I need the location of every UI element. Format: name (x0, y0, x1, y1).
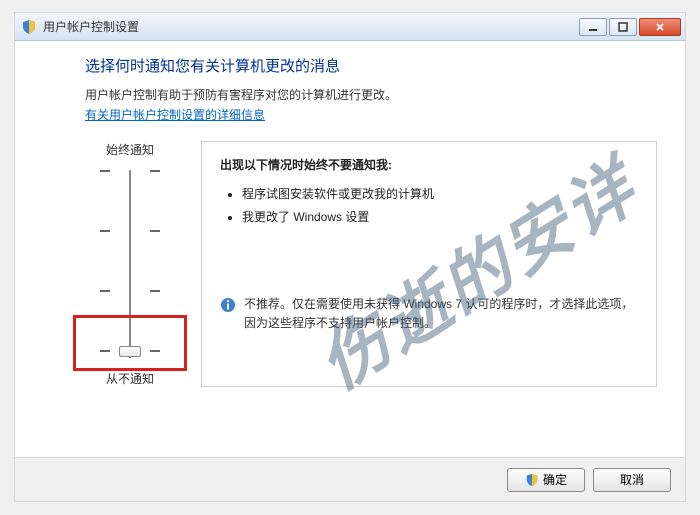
info-title: 出现以下情况时始终不要通知我: (220, 156, 638, 173)
info-recommendation: 不推荐。仅在需要使用未获得 Windows 7 认可的程序时，才选择此选项，因为… (220, 295, 638, 333)
info-item: 我更改了 Windows 设置 (242, 206, 638, 229)
cancel-button-label: 取消 (620, 471, 644, 488)
page-heading: 选择何时通知您有关计算机更改的消息 (85, 55, 657, 76)
info-item: 程序试图安装软件或更改我的计算机 (242, 183, 638, 206)
minimize-button[interactable] (579, 18, 607, 36)
info-list: 程序试图安装软件或更改我的计算机 我更改了 Windows 设置 (220, 183, 638, 229)
content-area: 选择何时通知您有关计算机更改的消息 用户帐户控制有助于预防有害程序对您的计算机进… (15, 41, 685, 457)
notification-slider[interactable] (100, 166, 160, 362)
maximize-button[interactable] (609, 18, 637, 36)
uac-settings-window: 用户帐户控制设置 选择何时通知您有关计算机更改的消息 用户帐户控制有助于预防有害… (15, 13, 685, 501)
button-bar: 确定 取消 (15, 457, 685, 501)
slider-thumb[interactable] (119, 346, 141, 357)
slider-column: 始终通知 从不通知 (85, 141, 175, 387)
slider-top-label: 始终通知 (85, 141, 175, 158)
info-note-text: 不推荐。仅在需要使用未获得 Windows 7 认可的程序时，才选择此选项，因为… (244, 295, 638, 333)
slider-bottom-label: 从不通知 (85, 370, 175, 387)
shield-icon (21, 19, 37, 35)
info-panel: 出现以下情况时始终不要通知我: 程序试图安装软件或更改我的计算机 我更改了 Wi… (201, 141, 657, 387)
ok-button-label: 确定 (543, 471, 567, 488)
window-title: 用户帐户控制设置 (43, 18, 579, 35)
info-icon (220, 297, 236, 313)
learn-more-link[interactable]: 有关用户帐户控制设置的详细信息 (85, 106, 265, 123)
titlebar: 用户帐户控制设置 (15, 13, 685, 41)
cancel-button[interactable]: 取消 (593, 468, 671, 492)
window-controls (579, 18, 681, 36)
close-button[interactable] (639, 18, 681, 36)
ok-button[interactable]: 确定 (507, 468, 585, 492)
page-description: 用户帐户控制有助于预防有害程序对您的计算机进行更改。 (85, 86, 657, 104)
shield-icon (525, 473, 539, 487)
